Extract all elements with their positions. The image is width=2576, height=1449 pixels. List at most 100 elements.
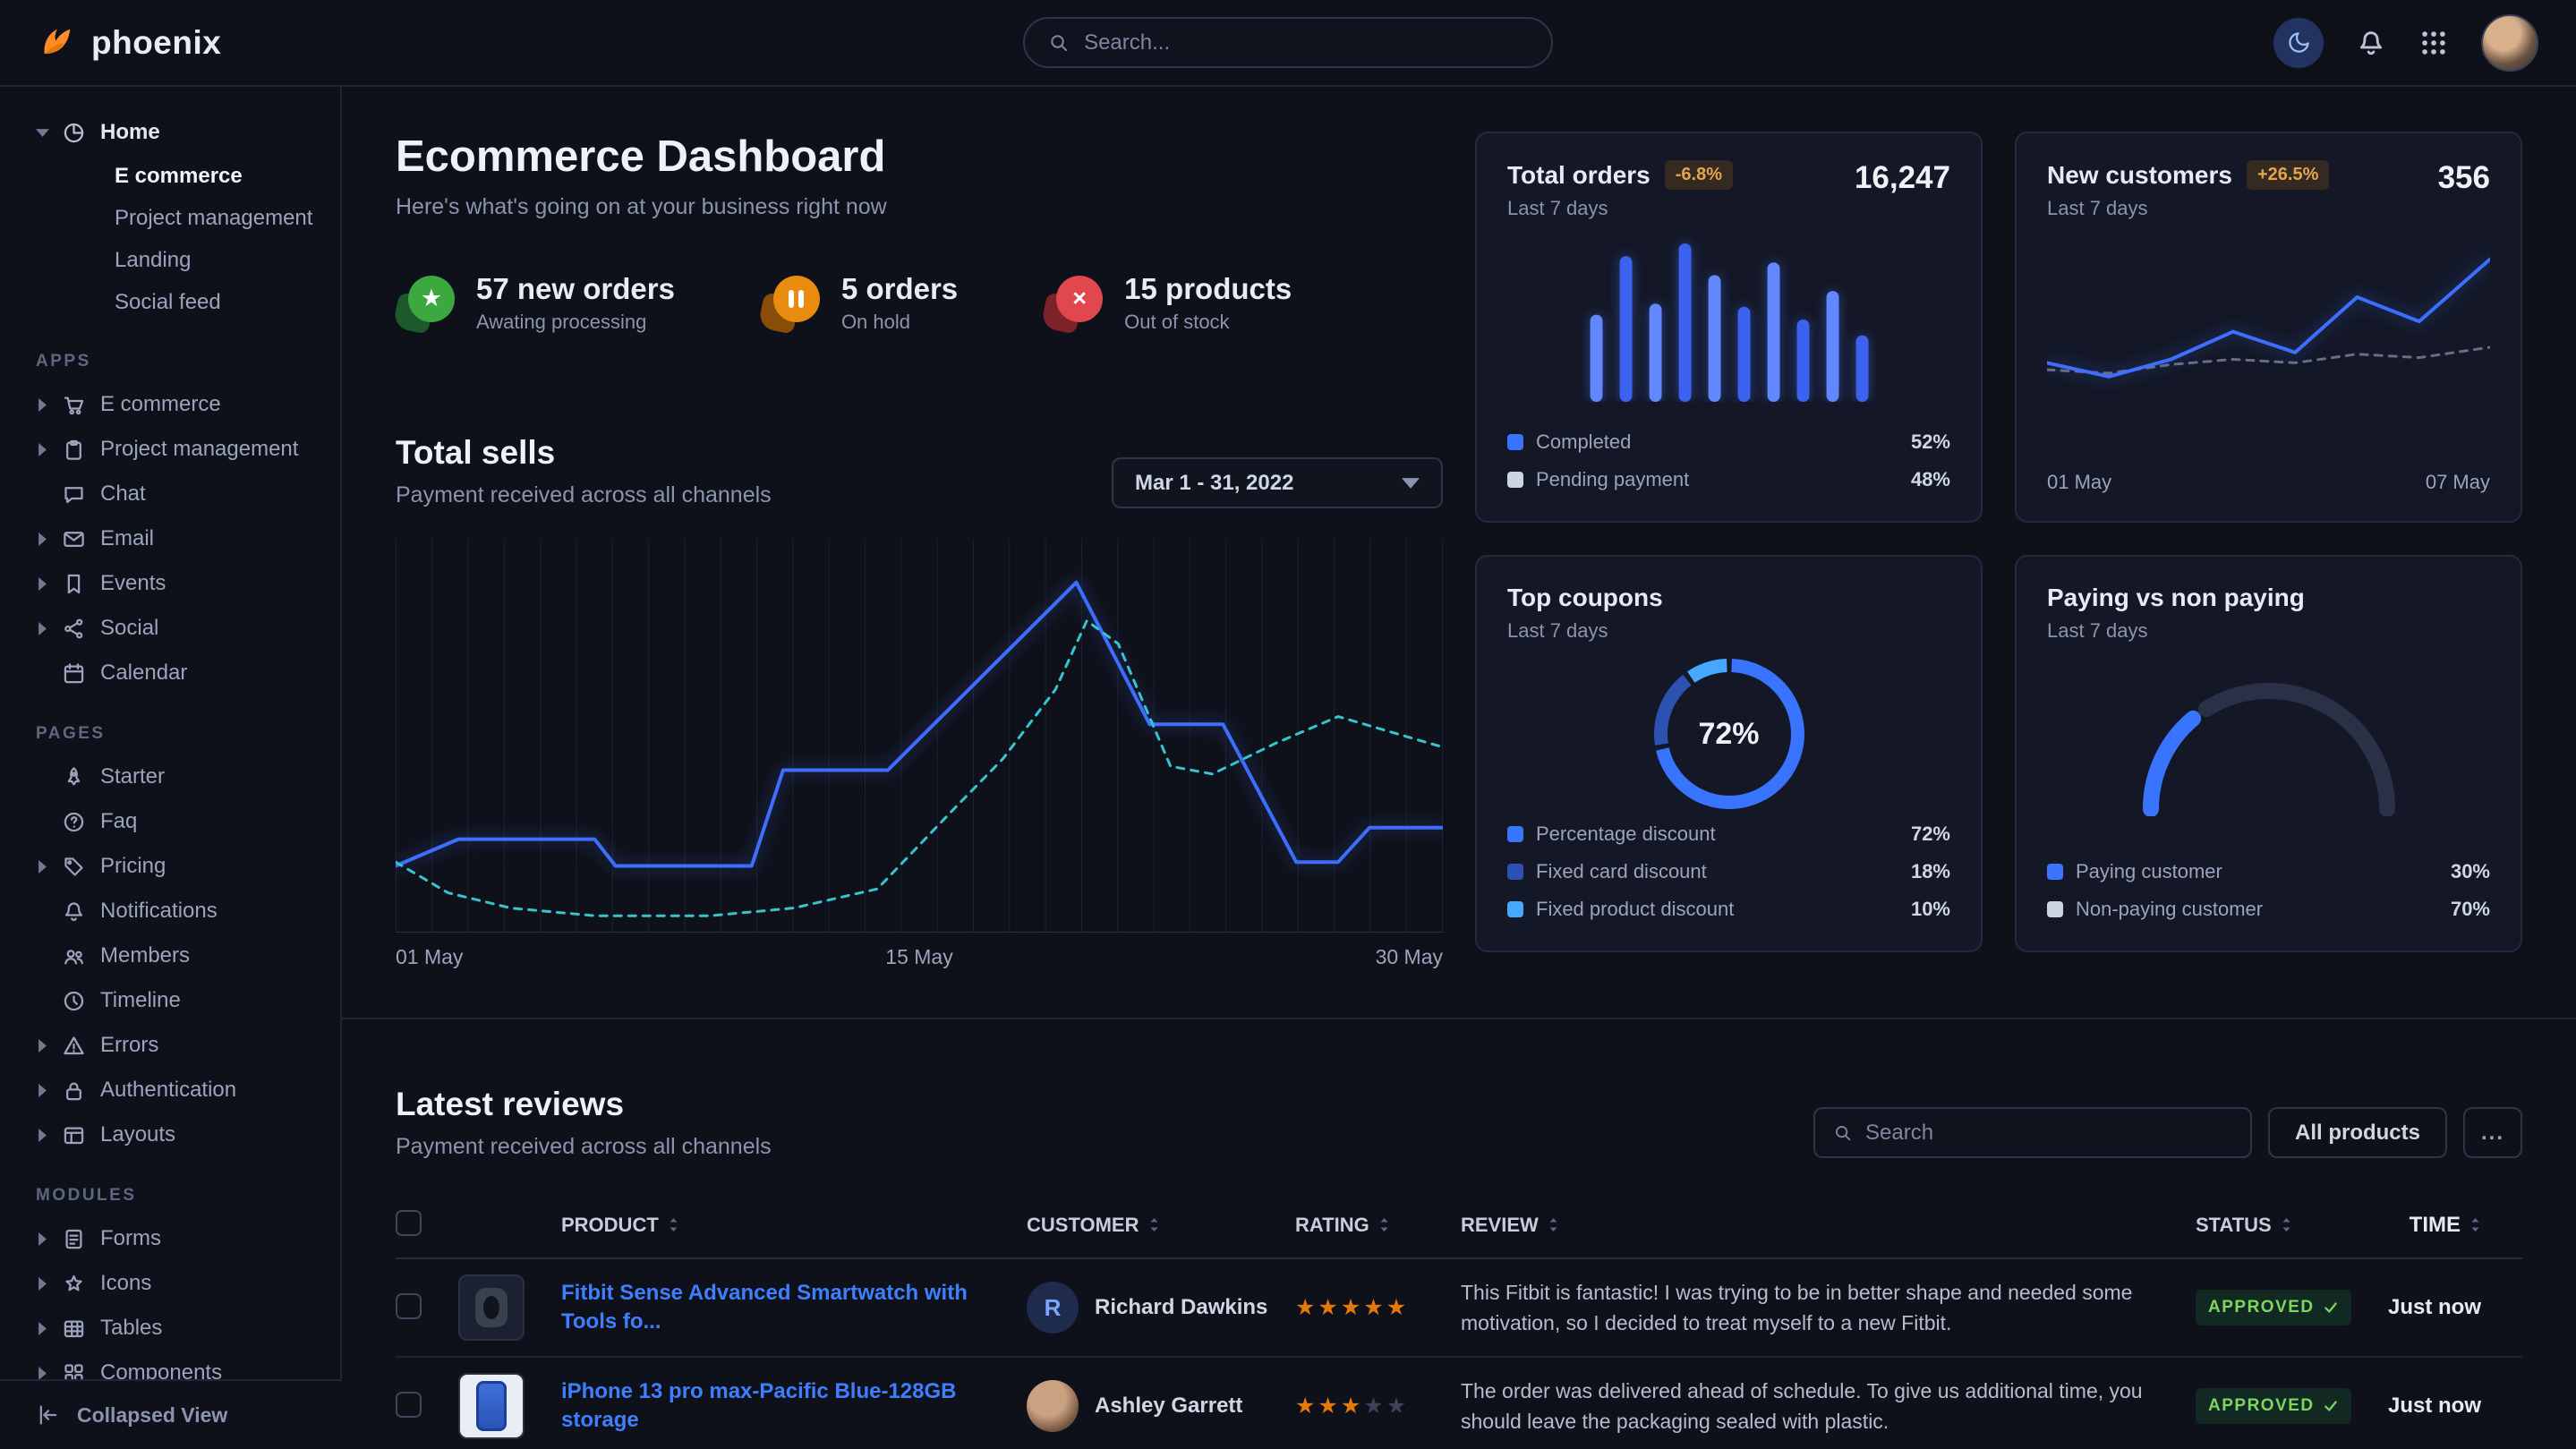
product-thumbnail	[458, 1373, 525, 1439]
sidebar-item-pricing[interactable]: Pricing	[0, 844, 340, 889]
sidebar-item-ecommerce-app[interactable]: E commerce	[0, 382, 340, 427]
check-icon	[2323, 1300, 2339, 1316]
chevron-right-icon	[36, 398, 49, 412]
rating-stars: ★★★★★	[1295, 1294, 1461, 1321]
total-sells-chart	[396, 539, 1443, 933]
date-range-select[interactable]: Mar 1 - 31, 2022	[1112, 457, 1443, 508]
sidebar-item-errors[interactable]: Errors	[0, 1023, 340, 1068]
more-options-button[interactable]: ...	[2463, 1107, 2522, 1158]
tag-icon	[62, 855, 86, 879]
lock-icon	[62, 1078, 86, 1103]
column-status[interactable]: STATUS	[2196, 1214, 2388, 1237]
sidebar-item-authentication[interactable]: Authentication	[0, 1068, 340, 1112]
sidebar: Home E commerce Project management Landi…	[0, 87, 342, 1449]
collapsed-view-toggle[interactable]: Collapsed View	[0, 1379, 342, 1449]
calendar-icon	[62, 661, 86, 686]
chevron-right-icon	[36, 1129, 49, 1142]
chart-x-axis: 01 May 07 May	[2047, 471, 2490, 494]
iphone-image	[476, 1381, 507, 1431]
rocket-icon	[62, 765, 86, 789]
status-badge: APPROVED	[2196, 1290, 2351, 1325]
column-customer[interactable]: CUSTOMER	[1027, 1214, 1295, 1237]
select-all-checkbox[interactable]	[396, 1210, 422, 1236]
sidebar-item-social-feed[interactable]: Social feed	[0, 281, 340, 323]
product-link[interactable]: iPhone 13 pro max-Pacific Blue-128GB sto…	[561, 1379, 956, 1432]
sidebar-item-chat[interactable]: Chat	[0, 472, 340, 516]
sort-icon	[1378, 1217, 1390, 1232]
sidebar-item-icons[interactable]: Icons	[0, 1261, 340, 1306]
chevron-right-icon	[36, 577, 49, 591]
search-input[interactable]	[1084, 30, 1528, 55]
sidebar-item-project-management[interactable]: Project management	[0, 197, 340, 239]
sidebar-item-ecommerce[interactable]: E commerce	[0, 155, 340, 197]
sidebar-item-members[interactable]: Members	[0, 933, 340, 978]
chart-x-axis: 01 May 15 May 30 May	[396, 945, 1443, 969]
apps-grid-icon[interactable]	[2418, 28, 2449, 58]
sidebar-item-timeline[interactable]: Timeline	[0, 978, 340, 1023]
brand[interactable]: phoenix	[38, 23, 221, 63]
stat-on-hold: 5 orders On hold	[761, 272, 958, 334]
review-text: This Fitbit is fantastic! I was trying t…	[1461, 1277, 2196, 1339]
sort-icon	[1548, 1217, 1559, 1232]
bell-icon[interactable]	[2356, 28, 2386, 58]
column-review[interactable]: REVIEW	[1461, 1214, 2196, 1237]
theme-toggle[interactable]	[2273, 18, 2324, 68]
sidebar-item-tables[interactable]: Tables	[0, 1306, 340, 1351]
user-avatar[interactable]	[2481, 14, 2538, 72]
chevron-right-icon	[36, 1277, 49, 1291]
latest-reviews-subtitle: Payment received across all channels	[396, 1134, 772, 1160]
collapse-icon	[36, 1402, 61, 1428]
main-content: Ecommerce Dashboard Here's what's going …	[342, 0, 2576, 1449]
phoenix-logo	[38, 23, 77, 63]
customer-avatar: R	[1027, 1282, 1079, 1334]
sidebar-item-layouts[interactable]: Layouts	[0, 1112, 340, 1157]
column-rating[interactable]: RATING	[1295, 1214, 1461, 1237]
time-cell: Just now	[2388, 1394, 2522, 1419]
sidebar-item-faq[interactable]: Faq	[0, 799, 340, 844]
order-stats: ★ 57 new orders Awating processing 5 ord…	[396, 272, 1443, 334]
sidebar-item-forms[interactable]: Forms	[0, 1216, 340, 1261]
new-customers-card: New customers +26.5% Last 7 days 356 01 …	[2015, 132, 2522, 523]
sidebar-item-calendar[interactable]: Calendar	[0, 651, 340, 695]
sidebar-item-starter[interactable]: Starter	[0, 754, 340, 799]
sidebar-item-home[interactable]: Home	[0, 110, 340, 155]
column-time[interactable]: TIME	[2388, 1213, 2522, 1238]
row-checkbox[interactable]	[396, 1392, 422, 1418]
product-link[interactable]: Fitbit Sense Advanced Smartwatch with To…	[561, 1281, 968, 1334]
sidebar-item-project-management-app[interactable]: Project management	[0, 427, 340, 472]
table-icon	[62, 1317, 86, 1341]
sidebar-item-events[interactable]: Events	[0, 561, 340, 606]
table-row: Fitbit Sense Advanced Smartwatch with To…	[396, 1259, 2522, 1358]
new-customers-value: 356	[2438, 160, 2490, 196]
star-icon: ★	[408, 276, 455, 322]
section-label-apps: APPS	[36, 352, 340, 371]
reviews-search-input[interactable]	[1865, 1121, 2232, 1146]
customer-cell: R Richard Dawkins	[1027, 1282, 1295, 1334]
chevron-right-icon	[36, 1367, 49, 1380]
all-products-button[interactable]: All products	[2268, 1107, 2447, 1158]
pause-icon	[773, 276, 820, 322]
chevron-right-icon	[36, 1039, 49, 1053]
sidebar-item-email[interactable]: Email	[0, 516, 340, 561]
chevron-right-icon	[36, 1322, 49, 1335]
page-subtitle: Here's what's going on at your business …	[396, 194, 1443, 220]
sidebar-item-landing[interactable]: Landing	[0, 239, 340, 281]
reviews-search[interactable]	[1813, 1107, 2252, 1158]
row-checkbox[interactable]	[396, 1293, 422, 1319]
chat-icon	[62, 482, 86, 507]
smartwatch-image	[475, 1288, 508, 1327]
stat-out-of-stock: × 15 products Out of stock	[1044, 272, 1292, 334]
moon-icon	[2287, 30, 2311, 55]
chevron-right-icon	[36, 860, 49, 874]
search-icon	[1833, 1122, 1853, 1144]
global-search[interactable]	[1023, 17, 1553, 68]
brand-name: phoenix	[91, 24, 221, 62]
star-icon	[62, 1272, 86, 1296]
sidebar-item-notifications[interactable]: Notifications	[0, 889, 340, 933]
chevron-down-icon	[1402, 477, 1420, 490]
sidebar-item-social[interactable]: Social	[0, 606, 340, 651]
total-sells-subtitle: Payment received across all channels	[396, 482, 772, 508]
column-product[interactable]: PRODUCT	[561, 1214, 1027, 1237]
sort-icon	[2469, 1217, 2481, 1232]
mail-icon	[62, 527, 86, 551]
